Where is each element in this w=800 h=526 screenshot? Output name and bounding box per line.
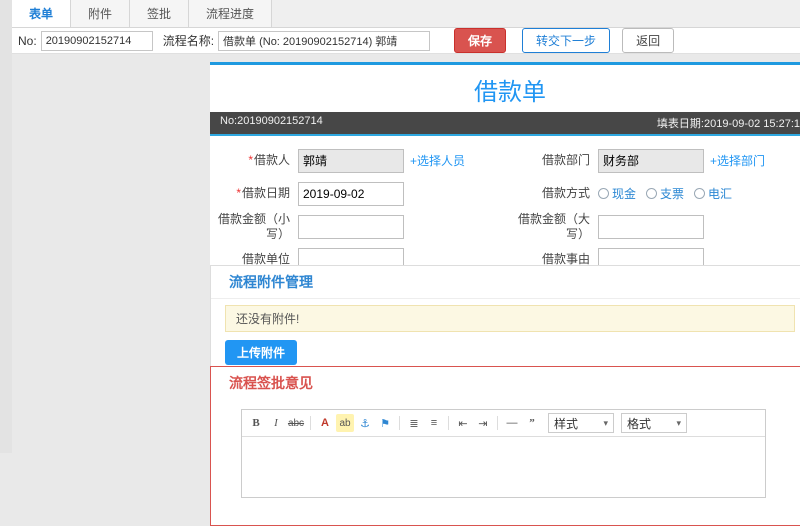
radio-icon [646, 188, 658, 199]
editor-toolbar: B I abc A ab ⚓ ⚑ ≣ ≡ ⇤ ⇥ — ” 样式 ▾ 格式 ▾ [242, 410, 765, 437]
amount-small-field: 借款金额（小写） [210, 212, 510, 242]
amount-big-field: 借款金额（大写） [510, 212, 800, 242]
font-color-icon[interactable]: A [316, 414, 334, 432]
radio-wire-label: 电汇 [708, 187, 733, 201]
quote-icon[interactable]: ” [523, 414, 541, 432]
radio-cash-label: 现金 [612, 187, 637, 201]
tab-approval[interactable]: 签批 [130, 0, 190, 27]
borrower-label: 借款人 [253, 153, 290, 167]
toolbar-separator [310, 416, 311, 430]
no-label: No: [18, 33, 37, 48]
radio-cash[interactable]: 现金 [598, 185, 636, 202]
amount-big-label: 借款金额（大写） [517, 211, 590, 241]
borrow-method-options: 现金 支票 电汇 [598, 185, 732, 202]
borrow-date-input[interactable] [298, 181, 404, 206]
strikethrough-icon[interactable]: abc [287, 414, 305, 432]
toolbar-separator [399, 416, 400, 430]
tab-progress-label: 流程进度 [206, 7, 255, 21]
tab-progress[interactable]: 流程进度 [189, 0, 273, 27]
numbered-list-icon[interactable]: ≣ [405, 414, 423, 432]
borrower-input[interactable] [298, 148, 404, 173]
borrow-date-field: *借款日期 [210, 181, 510, 206]
bullet-list-icon[interactable]: ≡ [425, 414, 443, 432]
toolbar-separator [497, 416, 498, 430]
form-meta-bar: No:20190902152714 填表日期:2019-09-02 15:27:… [210, 112, 800, 136]
radio-check[interactable]: 支票 [646, 185, 684, 202]
chevron-down-icon: ▾ [676, 417, 681, 428]
borrow-method-label: 借款方式 [541, 186, 590, 200]
anchor-icon[interactable]: ⚓ [356, 414, 374, 432]
horizontal-rule-icon[interactable]: — [503, 414, 521, 432]
outdent-icon[interactable]: ⇤ [454, 414, 472, 432]
flag-icon[interactable]: ⚑ [376, 414, 394, 432]
indent-icon[interactable]: ⇥ [474, 414, 492, 432]
form-fields: *借款人 +选择人员 借款部门 +选择部门 *借款日期 [210, 136, 800, 284]
tab-bar: 表单 附件 签批 流程进度 [12, 0, 800, 28]
select-department-link[interactable]: +选择部门 [710, 152, 765, 169]
amount-small-label: 借款金额（小写） [217, 211, 290, 241]
italic-icon[interactable]: I [267, 414, 285, 432]
radio-check-label: 支票 [660, 187, 685, 201]
left-gutter [0, 0, 12, 453]
approval-header: 流程签批意见 [229, 375, 313, 391]
process-name-input[interactable] [218, 30, 431, 51]
form-no-text: No:20190902152714 [220, 115, 323, 127]
department-label: 借款部门 [541, 153, 590, 167]
borrow-method-field: 借款方式 现金 支票 电汇 [510, 185, 800, 202]
chevron-down-icon: ▾ [603, 417, 608, 428]
select-person-link[interactable]: +选择人员 [410, 152, 465, 169]
rich-text-editor: B I abc A ab ⚓ ⚑ ≣ ≡ ⇤ ⇥ — ” 样式 ▾ 格式 ▾ [241, 409, 766, 498]
amount-small-input[interactable] [298, 214, 404, 239]
borrow-date-label: 借款日期 [241, 186, 290, 200]
no-attachments-notice: 还没有附件! [225, 305, 795, 332]
action-toolbar: No: 流程名称: 保存 转交下一步 返回 [12, 28, 800, 54]
required-asterisk: * [236, 186, 241, 200]
borrower-field: *借款人 +选择人员 [210, 148, 510, 173]
format-select-label: 格式 [627, 416, 652, 431]
style-select[interactable]: 样式 ▾ [548, 413, 614, 433]
radio-icon [598, 188, 609, 199]
required-asterisk: * [248, 153, 253, 167]
editor-content[interactable] [242, 437, 765, 497]
loan-form-panel: 借款单 No:20190902152714 填表日期:2019-09-02 15… [210, 62, 800, 284]
page-title: 借款单 [474, 79, 546, 106]
style-select-label: 样式 [554, 416, 579, 431]
department-input[interactable] [598, 148, 704, 173]
tab-approval-label: 签批 [147, 7, 172, 21]
form-date-text: 填表日期:2019-09-02 15:27:1 [656, 118, 800, 130]
tab-form[interactable]: 表单 [12, 0, 72, 27]
form-row: 借款金额（小写） 借款金额（大写） [210, 210, 800, 243]
form-row: *借款日期 借款方式 现金 支票 [210, 177, 800, 210]
forward-next-step-button[interactable]: 转交下一步 [522, 28, 611, 53]
no-input[interactable] [40, 30, 153, 51]
bold-icon[interactable]: B [247, 414, 265, 432]
amount-big-input[interactable] [598, 214, 704, 239]
department-field: 借款部门 +选择部门 [510, 148, 800, 173]
radio-icon [694, 188, 706, 199]
process-name-label: 流程名称: [162, 34, 215, 48]
upload-attachment-button[interactable]: 上传附件 [225, 340, 298, 365]
save-button[interactable]: 保存 [454, 28, 507, 53]
attachments-header: 流程附件管理 [211, 266, 800, 299]
radio-wire[interactable]: 电汇 [694, 185, 732, 202]
approval-panel: 流程签批意见 B I abc A ab ⚓ ⚑ ≣ ≡ ⇤ ⇥ — ” 样式 ▾ [210, 366, 800, 526]
tab-form-label: 表单 [29, 7, 54, 21]
attachments-panel: 流程附件管理 还没有附件! 上传附件 [210, 265, 800, 374]
tab-attachments[interactable]: 附件 [71, 0, 131, 27]
format-select[interactable]: 格式 ▾ [621, 413, 687, 433]
form-row: *借款人 +选择人员 借款部门 +选择部门 [210, 144, 800, 177]
toolbar-separator [448, 416, 449, 430]
background-color-icon[interactable]: ab [336, 414, 354, 432]
tab-attachments-label: 附件 [88, 7, 113, 21]
back-button[interactable]: 返回 [622, 28, 675, 53]
